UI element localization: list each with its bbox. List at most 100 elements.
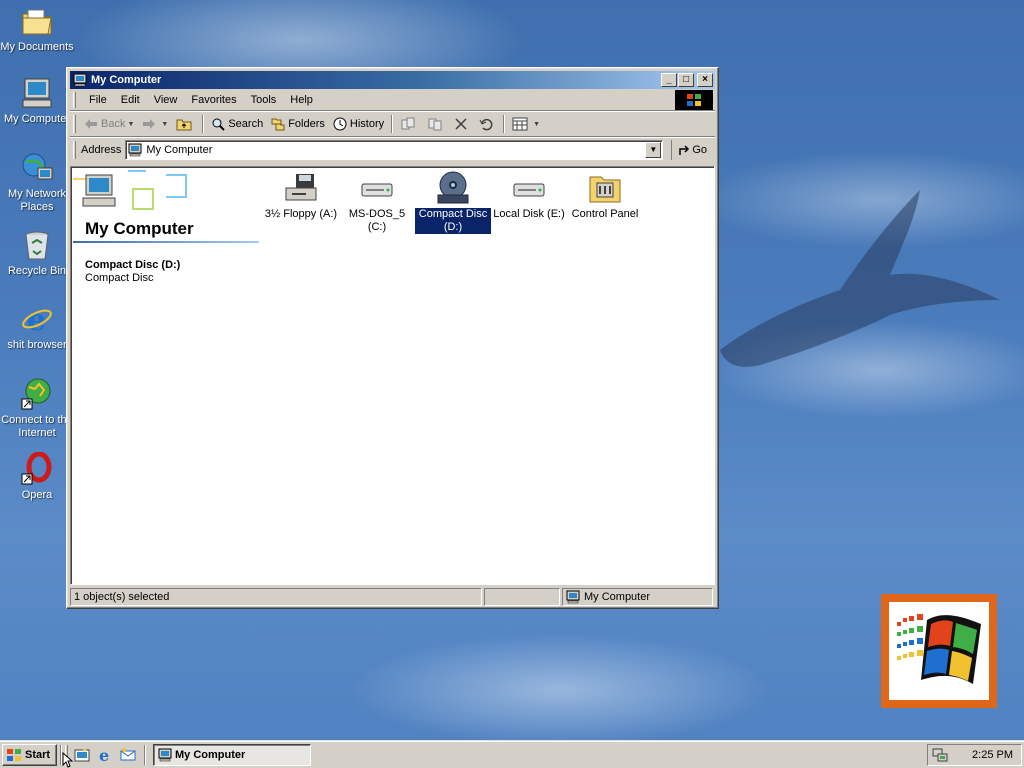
internet-explorer-icon: e xyxy=(99,747,109,763)
folders-button[interactable]: Folders xyxy=(267,114,329,134)
chevron-down-icon[interactable]: ▼ xyxy=(161,121,168,128)
desktop-icon-my-documents[interactable]: My Documents xyxy=(0,4,74,54)
forward-arrow-icon xyxy=(143,119,156,129)
control-panel-icon xyxy=(589,176,621,203)
folders-icon xyxy=(271,118,285,131)
address-dropdown-button[interactable]: ▼ xyxy=(645,142,662,158)
drive-item-cd-d[interactable]: Compact Disc (D:) xyxy=(415,171,491,234)
views-button[interactable]: ▼ xyxy=(508,114,544,134)
desktop-icon-label: Recycle Bin xyxy=(7,265,67,277)
menu-edit[interactable]: Edit xyxy=(114,92,147,108)
recycle-bin-icon xyxy=(25,231,49,260)
delete-icon xyxy=(455,118,467,130)
internet-explorer-icon: e xyxy=(22,303,52,336)
desktop-icon-browser[interactable]: e shit browser xyxy=(0,302,74,352)
drive-item-c[interactable]: MS-DOS_5 (C:) xyxy=(339,171,415,234)
taskbar: Start e My Computer 2:25 PM xyxy=(0,740,1024,768)
control-panel-item[interactable]: Control Panel xyxy=(567,171,643,221)
up-folder-button[interactable] xyxy=(172,114,199,134)
folder-content-pane: My Computer Compact Disc (D:) Compact Di… xyxy=(70,166,715,585)
menu-tools[interactable]: Tools xyxy=(244,92,284,108)
drive-item-e[interactable]: Local Disk (E:) xyxy=(491,171,567,221)
hard-disk-icon xyxy=(513,183,545,197)
toolbar-grip[interactable] xyxy=(73,115,76,133)
menu-view[interactable]: View xyxy=(147,92,185,108)
search-label: Search xyxy=(228,118,264,130)
drive-item-label: 3½ Floppy (A:) xyxy=(264,208,338,220)
chevron-down-icon[interactable]: ▼ xyxy=(127,121,134,128)
network-connection-icon[interactable] xyxy=(932,747,948,763)
launch-browser-button[interactable]: e xyxy=(95,745,115,765)
go-arrow-icon xyxy=(679,145,690,155)
menu-help[interactable]: Help xyxy=(283,92,320,108)
clock[interactable]: 2:25 PM xyxy=(972,749,1013,761)
desktop-icon-recycle-bin[interactable]: Recycle Bin xyxy=(0,228,74,278)
move-to-icon xyxy=(401,117,415,130)
toolbar-separator xyxy=(503,115,506,133)
desktop-icon-opera[interactable]: Opera xyxy=(0,452,74,502)
forward-button[interactable]: ▼ xyxy=(138,114,172,134)
computer-icon xyxy=(158,748,172,761)
wallpaper-bird-silhouette xyxy=(720,190,1000,367)
menu-file[interactable]: File xyxy=(82,92,114,108)
undo-button[interactable] xyxy=(475,114,500,134)
start-button[interactable]: Start xyxy=(2,743,57,766)
desktop-icon-label: My Network Places xyxy=(7,188,67,213)
delete-button[interactable] xyxy=(450,114,475,134)
desktop-icon-network-places[interactable]: My Network Places xyxy=(0,151,74,214)
go-label: Go xyxy=(692,144,708,156)
history-icon xyxy=(333,117,347,131)
close-button[interactable]: × xyxy=(697,73,713,87)
svg-text:e: e xyxy=(27,303,46,336)
undo-icon xyxy=(479,118,493,131)
search-button[interactable]: Search xyxy=(207,114,267,134)
connect-internet-icon xyxy=(21,378,51,410)
desktop-icon-connect-internet[interactable]: Connect to the Internet xyxy=(0,377,74,440)
back-button[interactable]: Back ▼ xyxy=(80,114,138,134)
windows-throbber-icon xyxy=(675,90,713,110)
menu-favorites[interactable]: Favorites xyxy=(184,92,243,108)
show-desktop-button[interactable] xyxy=(72,745,92,765)
windows-flag-icon xyxy=(7,748,21,761)
system-tray: 2:25 PM xyxy=(927,744,1022,766)
desktop-icon-label: Connect to the Internet xyxy=(1,414,73,439)
windows-flag-logo xyxy=(897,614,981,684)
address-value: My Computer xyxy=(146,144,213,156)
search-icon xyxy=(212,118,226,131)
desktop-icon-label: My Computer xyxy=(3,113,71,125)
windows-logo-card xyxy=(881,594,997,708)
launch-outlook-button[interactable] xyxy=(118,745,138,765)
chevron-down-icon[interactable]: ▼ xyxy=(533,121,540,128)
go-button[interactable]: Go xyxy=(671,140,707,160)
address-grip[interactable] xyxy=(73,141,76,159)
drive-item-label: Compact Disc (D:) xyxy=(415,208,491,234)
up-folder-icon xyxy=(176,119,192,131)
copy-to-icon xyxy=(428,118,442,131)
folders-label: Folders xyxy=(288,118,325,130)
address-input[interactable]: My Computer ▼ xyxy=(125,140,664,160)
floppy-drive-icon xyxy=(285,174,317,201)
svg-text:e: e xyxy=(99,747,109,763)
page-title: My Computer xyxy=(85,219,194,238)
my-computer-banner-icon xyxy=(73,170,187,210)
status-zone-label: My Computer xyxy=(584,591,651,603)
computer-icon xyxy=(73,73,87,87)
taskbar-window-my-computer[interactable]: My Computer xyxy=(153,743,311,766)
network-places-icon xyxy=(22,153,53,180)
copy-to-button[interactable] xyxy=(423,114,450,134)
desktop-icon-label: shit browser xyxy=(7,339,67,351)
status-text: 1 object(s) selected xyxy=(70,588,482,606)
taskbar-window-label: My Computer xyxy=(175,748,246,761)
minimize-button[interactable]: _ xyxy=(661,73,677,87)
menu-grip[interactable] xyxy=(73,91,76,108)
selected-item-name: Compact Disc (D:) xyxy=(85,259,181,271)
window-title: My Computer xyxy=(91,74,162,86)
computer-icon xyxy=(22,78,52,108)
my-computer-window: My Computer _ □ × File Edit View Favorit… xyxy=(66,67,719,609)
drive-item-floppy-a[interactable]: 3½ Floppy (A:) xyxy=(263,171,339,221)
maximize-button[interactable]: □ xyxy=(678,73,694,87)
move-to-button[interactable] xyxy=(396,114,423,134)
desktop-icon-my-computer[interactable]: My Computer xyxy=(0,76,74,126)
history-button[interactable]: History xyxy=(329,114,388,134)
window-titlebar[interactable]: My Computer _ □ × xyxy=(70,71,715,89)
